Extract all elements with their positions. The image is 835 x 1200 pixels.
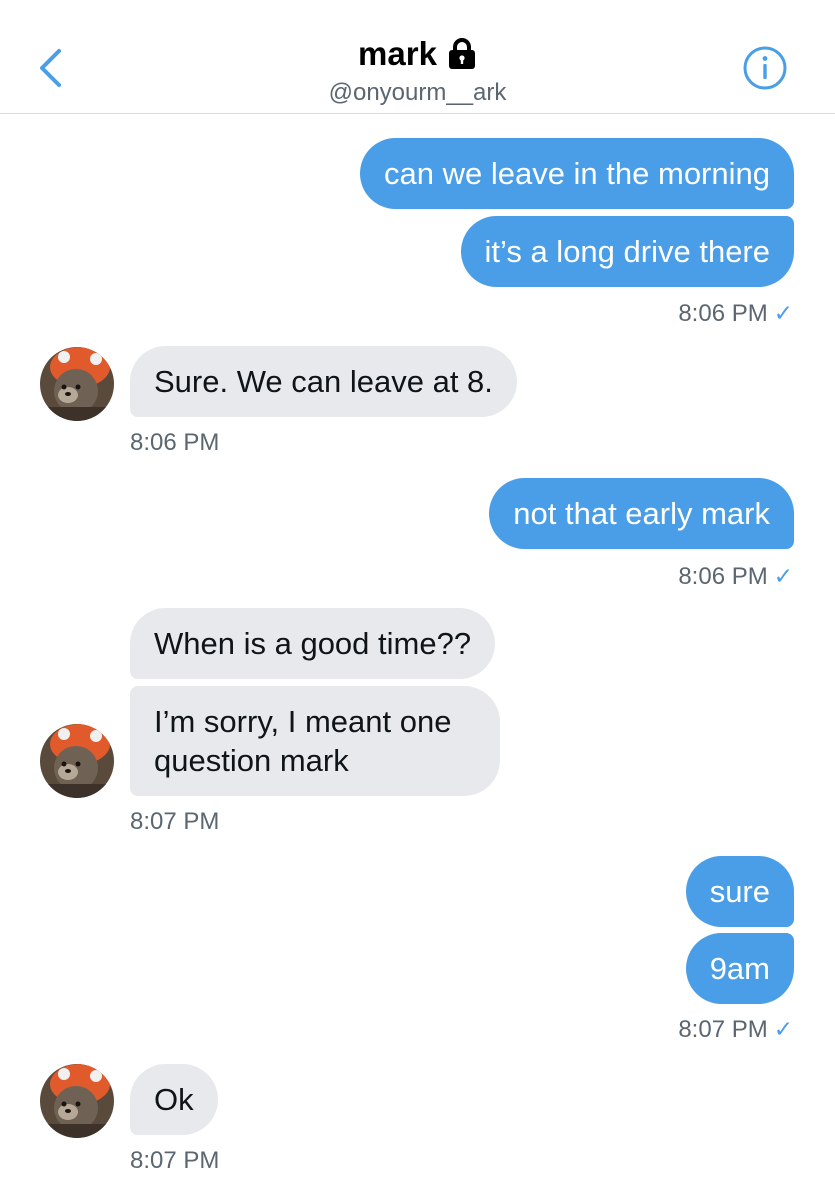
conversation-title-area[interactable]: mark @onyourm__ark (0, 34, 835, 108)
message-text: question mark (154, 743, 349, 778)
message-timestamp: 8:07 PM (130, 1146, 219, 1176)
timestamp-text: 8:07 PM (130, 1147, 220, 1174)
checkmark-icon: ✓ (773, 300, 793, 326)
info-button[interactable] (742, 45, 788, 91)
avatar-image (40, 724, 114, 798)
avatar[interactable] (40, 724, 114, 798)
info-icon (743, 46, 787, 90)
message-text: 9am (709, 951, 770, 986)
outgoing-message[interactable]: sure (685, 856, 794, 927)
message-timestamp: 8:06 PM ✓ (678, 561, 793, 592)
message-text: I’m sorry, I meant one (154, 704, 452, 739)
message-text: When is a good time?? (154, 626, 472, 661)
outgoing-message[interactable]: not that early mark (489, 478, 794, 549)
avatar[interactable] (40, 347, 114, 421)
message-text: not that early mark (513, 496, 770, 531)
lock-icon (448, 38, 475, 69)
message-timestamp: 8:07 PM ✓ (678, 1014, 793, 1045)
outgoing-message[interactable]: it’s a long drive there (460, 216, 794, 287)
timestamp-text: 8:06 PM (678, 563, 768, 590)
timestamp-text: 8:06 PM (678, 300, 768, 327)
avatar[interactable] (40, 1064, 114, 1138)
message-text: Sure. We can leave at 8. (154, 364, 493, 399)
timestamp-text: 8:07 PM (130, 808, 220, 835)
message-timestamp: 8:06 PM ✓ (678, 298, 793, 329)
timestamp-text: 8:06 PM (130, 429, 220, 456)
conversation-name: mark (358, 35, 437, 72)
checkmark-icon: ✓ (773, 1016, 793, 1042)
avatar-image (40, 1064, 114, 1138)
incoming-message[interactable]: Ok (130, 1064, 218, 1135)
incoming-message[interactable]: Sure. We can leave at 8. (130, 346, 517, 417)
checkmark-icon: ✓ (773, 563, 793, 589)
dm-conversation: mark @onyourm__ark can we leave in the m… (0, 0, 835, 1200)
conversation-header: mark @onyourm__ark (0, 0, 835, 114)
message-text: sure (709, 874, 770, 909)
outgoing-message[interactable]: can we leave in the morning (359, 138, 794, 209)
message-timestamp: 8:06 PM (130, 428, 219, 458)
outgoing-message[interactable]: 9am (685, 933, 794, 1004)
message-text: Ok (154, 1082, 194, 1117)
avatar-image (40, 347, 114, 421)
timestamp-text: 8:07 PM (678, 1016, 768, 1043)
message-timestamp: 8:07 PM (130, 807, 219, 837)
incoming-message[interactable]: I’m sorry, I meant one question mark (130, 686, 500, 796)
message-text: it’s a long drive there (484, 234, 770, 269)
conversation-handle: @onyourm__ark (328, 79, 507, 106)
incoming-message[interactable]: When is a good time?? (130, 608, 496, 679)
message-text: can we leave in the morning (383, 156, 770, 191)
